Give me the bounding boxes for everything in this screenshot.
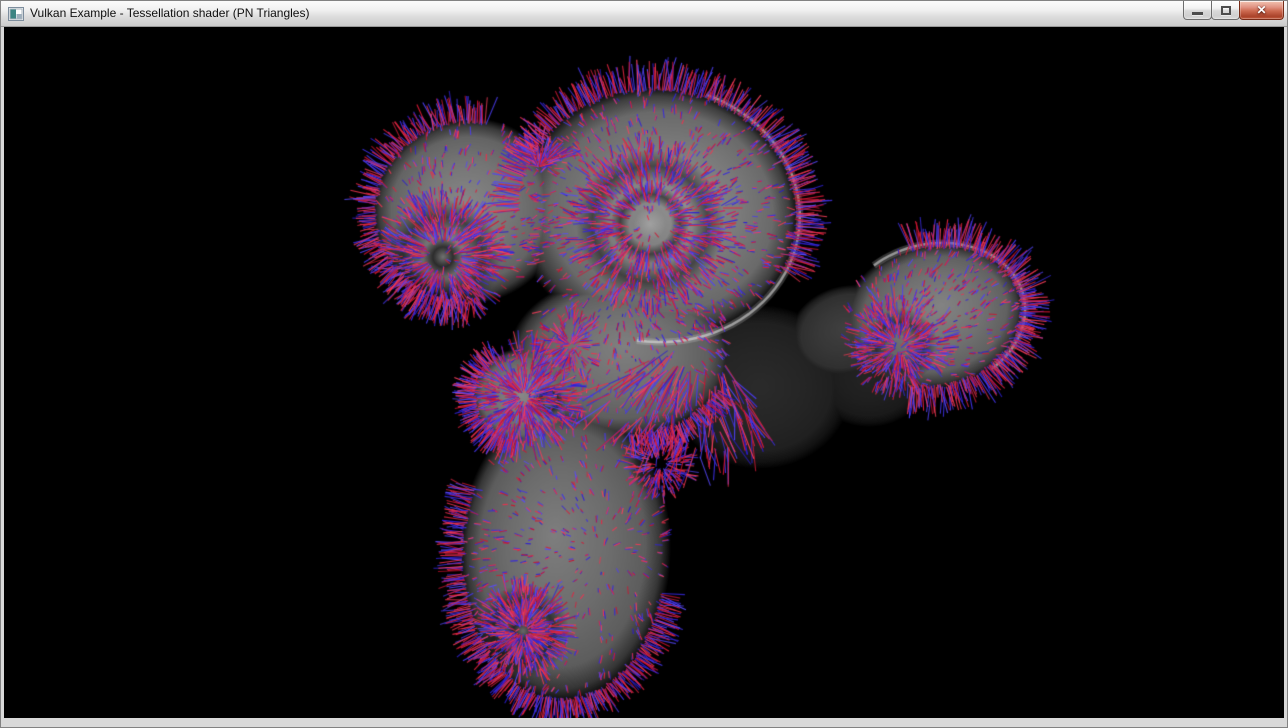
window-controls: ✕ <box>1184 1 1284 20</box>
maximize-button[interactable] <box>1211 1 1240 20</box>
title-bar[interactable]: Vulkan Example - Tessellation shader (PN… <box>1 1 1287 27</box>
window-title: Vulkan Example - Tessellation shader (PN… <box>30 6 309 21</box>
minimize-button[interactable] <box>1183 1 1212 20</box>
viewport-canvas[interactable] <box>4 27 1284 718</box>
window-bottom-frame <box>1 718 1287 726</box>
render-client-area <box>4 27 1284 718</box>
close-icon: ✕ <box>1256 4 1266 16</box>
maximize-icon <box>1221 6 1231 15</box>
minimize-icon <box>1192 12 1203 15</box>
app-window: Vulkan Example - Tessellation shader (PN… <box>0 0 1288 728</box>
application-icon[interactable] <box>8 6 24 22</box>
close-button[interactable]: ✕ <box>1239 1 1284 20</box>
